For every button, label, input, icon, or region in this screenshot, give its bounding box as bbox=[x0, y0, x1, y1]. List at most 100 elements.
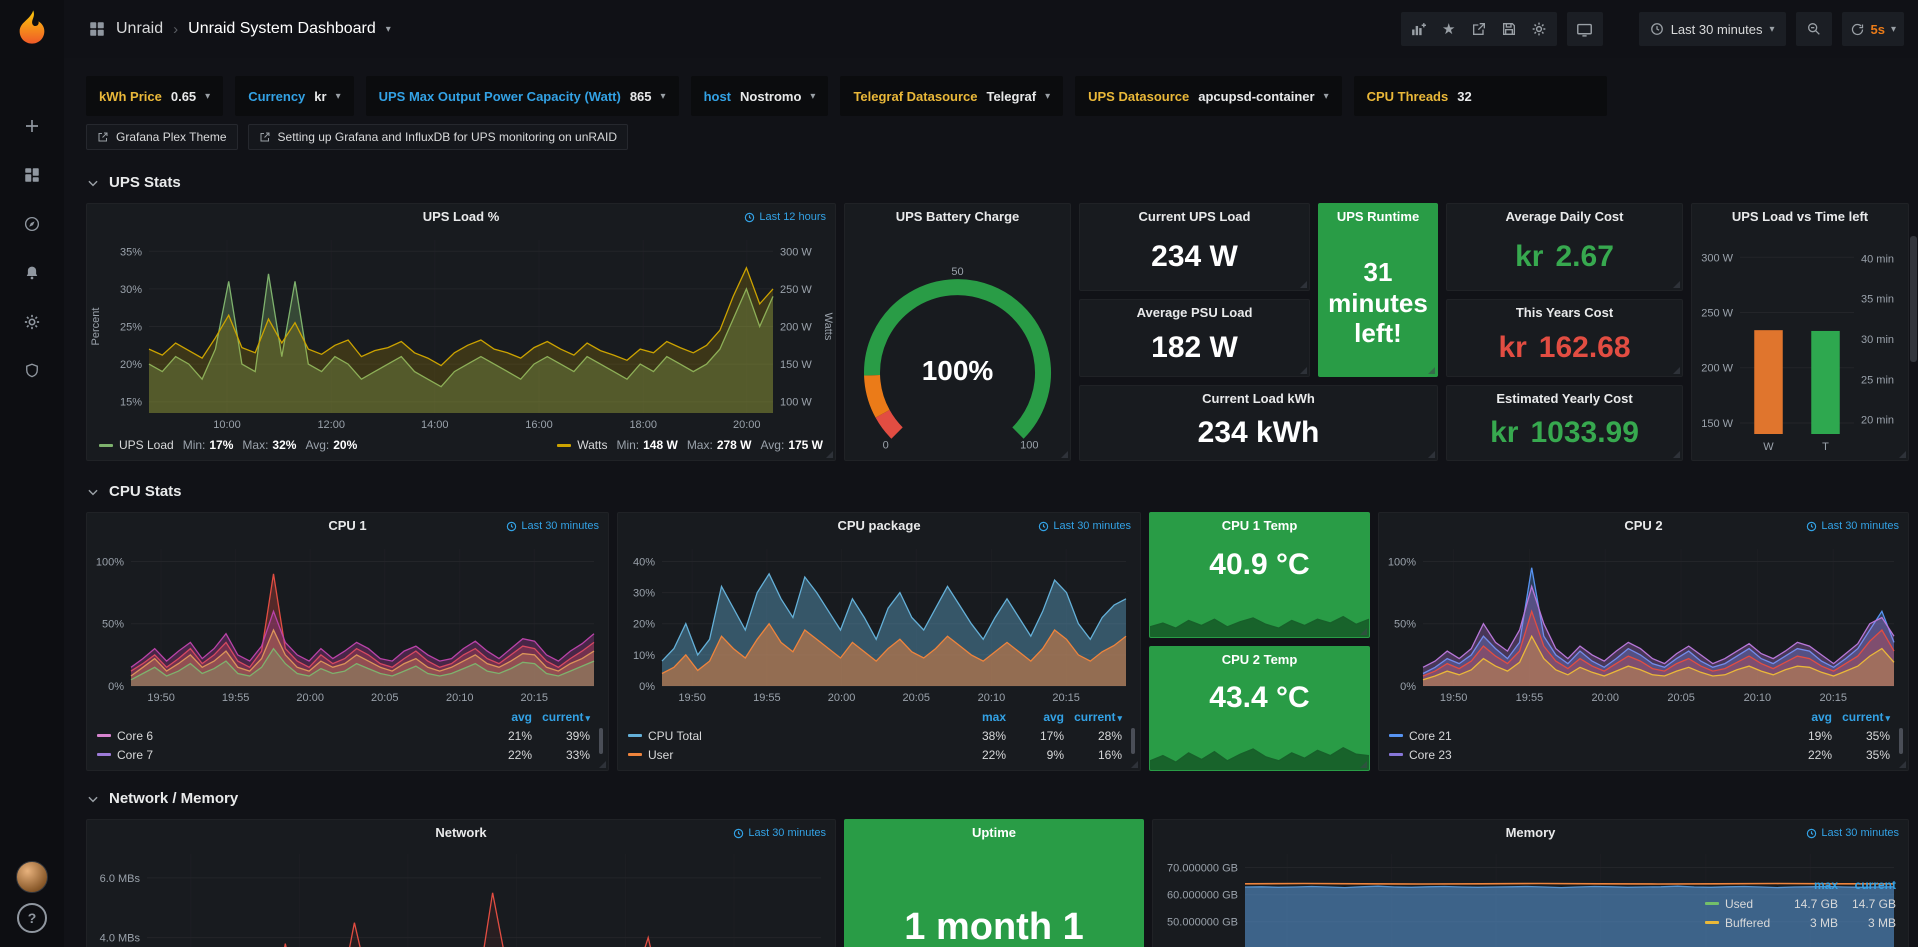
legend-column-header[interactable]: current▾ bbox=[1064, 710, 1122, 724]
legend-column-header[interactable]: max bbox=[948, 710, 1006, 724]
variable-host[interactable]: hostNostromo▾ bbox=[691, 76, 829, 116]
legend-series-name[interactable]: Core 23 bbox=[1409, 748, 1774, 762]
variable-cpu-threads[interactable]: CPU Threads32 bbox=[1354, 76, 1607, 116]
alerting-bell-icon[interactable] bbox=[12, 253, 52, 293]
panel-title[interactable]: Estimated Yearly Cost bbox=[1447, 386, 1682, 412]
legend-series-name[interactable]: UPS Load bbox=[119, 438, 174, 452]
network-chart[interactable]: 19:5019:5520:0020:0520:1020:152.0 MBs4.0… bbox=[87, 846, 835, 947]
variable-value[interactable]: apcupsd-container bbox=[1198, 89, 1314, 104]
variable-telegraf-datasource[interactable]: Telegraf DatasourceTelegraf▾ bbox=[840, 76, 1063, 116]
add-panel-icon[interactable] bbox=[1404, 14, 1434, 44]
dashboards-icon[interactable] bbox=[12, 155, 52, 195]
sidebar: ? bbox=[0, 0, 64, 947]
panel-title[interactable]: Network bbox=[87, 820, 835, 846]
variable-kwh-price[interactable]: kWh Price0.65▾ bbox=[86, 76, 223, 116]
star-icon[interactable]: ★ bbox=[1434, 14, 1464, 44]
legend-column-header[interactable]: current▾ bbox=[532, 710, 590, 724]
dashboard-link-ups-guide[interactable]: Setting up Grafana and InfluxDB for UPS … bbox=[248, 124, 629, 150]
panel-title[interactable]: UPS Runtime bbox=[1319, 204, 1437, 230]
section-ups-stats[interactable]: UPS Stats bbox=[86, 174, 1909, 191]
panel-title[interactable]: Current UPS Load bbox=[1080, 204, 1309, 230]
variable-value[interactable]: 865 bbox=[630, 89, 652, 104]
legend-series-name[interactable]: Used bbox=[1725, 897, 1780, 911]
refresh-picker[interactable]: 5s ▾ bbox=[1842, 12, 1905, 46]
refresh-interval[interactable]: 5s bbox=[1871, 22, 1885, 37]
legend-series-name[interactable]: Buffered bbox=[1725, 916, 1780, 930]
legend-scrollbar[interactable] bbox=[599, 728, 603, 754]
legend-series-name[interactable]: Core 6 bbox=[117, 729, 474, 743]
variable-ups-max-output[interactable]: UPS Max Output Power Capacity (Watt)865▾ bbox=[366, 76, 679, 116]
panel-title[interactable]: CPU 2 Temp bbox=[1150, 647, 1369, 673]
legend-column-header[interactable]: max bbox=[1780, 878, 1838, 892]
legend-column-header[interactable]: avg bbox=[1774, 710, 1832, 724]
variable-currency[interactable]: Currencykr▾ bbox=[235, 76, 353, 116]
panel-time-badge[interactable]: Last 30 minutes bbox=[733, 827, 826, 839]
ups-bar-chart[interactable]: 150 W200 W250 W300 W20 min25 min30 min35… bbox=[1692, 230, 1908, 460]
panel-time-badge[interactable]: Last 30 minutes bbox=[506, 520, 599, 532]
clock-icon bbox=[1806, 828, 1817, 839]
legend-scrollbar[interactable] bbox=[1131, 728, 1135, 754]
panel-title[interactable]: Average Daily Cost bbox=[1447, 204, 1682, 230]
variable-value[interactable]: Telegraf bbox=[986, 89, 1036, 104]
admin-shield-icon[interactable] bbox=[12, 351, 52, 391]
panel-time-badge[interactable]: Last 30 minutes bbox=[1806, 520, 1899, 532]
legend-column-header[interactable]: avg bbox=[474, 710, 532, 724]
dashboard-grid-icon[interactable] bbox=[88, 20, 106, 38]
zoom-out-icon[interactable] bbox=[1799, 14, 1829, 44]
panel-title[interactable]: Uptime bbox=[845, 820, 1143, 846]
legend-series-name[interactable]: Core 21 bbox=[1409, 729, 1774, 743]
panel-time-badge[interactable]: Last 30 minutes bbox=[1038, 520, 1131, 532]
panel-time-badge[interactable]: Last 30 minutes bbox=[1806, 827, 1899, 839]
legend-scrollbar[interactable] bbox=[1899, 728, 1903, 754]
create-icon[interactable] bbox=[12, 106, 52, 146]
share-icon[interactable] bbox=[1464, 14, 1494, 44]
panel-title[interactable]: Current Load kWh bbox=[1080, 386, 1437, 412]
dashboard-title[interactable]: Unraid System Dashboard bbox=[188, 20, 376, 38]
variable-value[interactable]: Nostromo bbox=[740, 89, 801, 104]
legend-column-header[interactable]: avg bbox=[1006, 710, 1064, 724]
battery-gauge-chart[interactable]: 050100 100% bbox=[845, 230, 1070, 460]
section-cpu-stats[interactable]: CPU Stats bbox=[86, 483, 1909, 500]
settings-gear-icon[interactable] bbox=[1524, 14, 1554, 44]
panel-time-badge[interactable]: Last 12 hours bbox=[744, 211, 826, 223]
panel-title[interactable]: Average PSU Load bbox=[1080, 300, 1309, 326]
variable-value[interactable]: kr bbox=[314, 89, 326, 104]
time-range-picker[interactable]: Last 30 minutes ▾ bbox=[1639, 12, 1786, 46]
panel-title[interactable]: Memory bbox=[1153, 820, 1908, 846]
configuration-gear-icon[interactable] bbox=[12, 302, 52, 342]
chevron-down-icon[interactable]: ▾ bbox=[386, 24, 391, 35]
chevron-down-icon[interactable]: ▾ bbox=[1891, 24, 1896, 35]
legend-value: 3 MB bbox=[1780, 916, 1838, 930]
legend-series-name[interactable]: Watts bbox=[577, 438, 607, 452]
explore-compass-icon[interactable] bbox=[12, 204, 52, 244]
save-icon[interactable] bbox=[1494, 14, 1524, 44]
cpu1-chart[interactable]: 19:5019:5520:0020:0520:1020:150%50%100% bbox=[87, 539, 608, 706]
memory-chart[interactable]: 19:5019:5520:0020:0520:1020:1550.000000 … bbox=[1153, 846, 1908, 947]
help-icon[interactable]: ? bbox=[17, 903, 47, 933]
variable-ups-datasource[interactable]: UPS Datasourceapcupsd-container▾ bbox=[1075, 76, 1341, 116]
panel-title[interactable]: This Years Cost bbox=[1447, 300, 1682, 326]
legend-series-name[interactable]: CPU Total bbox=[648, 729, 948, 743]
panel-title[interactable]: UPS Load % bbox=[87, 204, 835, 230]
grafana-logo[interactable] bbox=[13, 8, 51, 46]
section-network-memory[interactable]: Network / Memory bbox=[86, 790, 1909, 807]
refresh-icon[interactable] bbox=[1850, 14, 1865, 44]
legend-column-header[interactable]: current bbox=[1838, 878, 1896, 892]
tv-mode-icon[interactable] bbox=[1570, 14, 1600, 44]
legend-column-header[interactable]: current▾ bbox=[1832, 710, 1890, 724]
legend-series-name[interactable]: User bbox=[648, 748, 948, 762]
link-label: Setting up Grafana and InfluxDB for UPS … bbox=[278, 130, 618, 144]
cpu2-chart[interactable]: 19:5019:5520:0020:0520:1020:150%50%100% bbox=[1379, 539, 1908, 706]
panel-title[interactable]: UPS Battery Charge bbox=[845, 204, 1070, 230]
variable-value-input[interactable]: 32 bbox=[1457, 89, 1471, 104]
page-scrollbar-thumb[interactable] bbox=[1910, 236, 1917, 362]
breadcrumb-app[interactable]: Unraid bbox=[116, 20, 163, 38]
panel-title[interactable]: UPS Load vs Time left bbox=[1692, 204, 1908, 230]
cpu-package-chart[interactable]: 19:5019:5520:0020:0520:1020:150%10%20%30… bbox=[618, 539, 1140, 706]
panel-title[interactable]: CPU 1 Temp bbox=[1150, 513, 1369, 539]
variable-value[interactable]: 0.65 bbox=[171, 89, 196, 104]
legend-series-name[interactable]: Core 7 bbox=[117, 748, 474, 762]
dashboard-link-plex-theme[interactable]: Grafana Plex Theme bbox=[86, 124, 238, 150]
user-avatar[interactable] bbox=[16, 861, 48, 893]
ups-load-chart[interactable]: 10:0012:0014:0016:0018:0020:0015%20%25%3… bbox=[87, 230, 835, 435]
